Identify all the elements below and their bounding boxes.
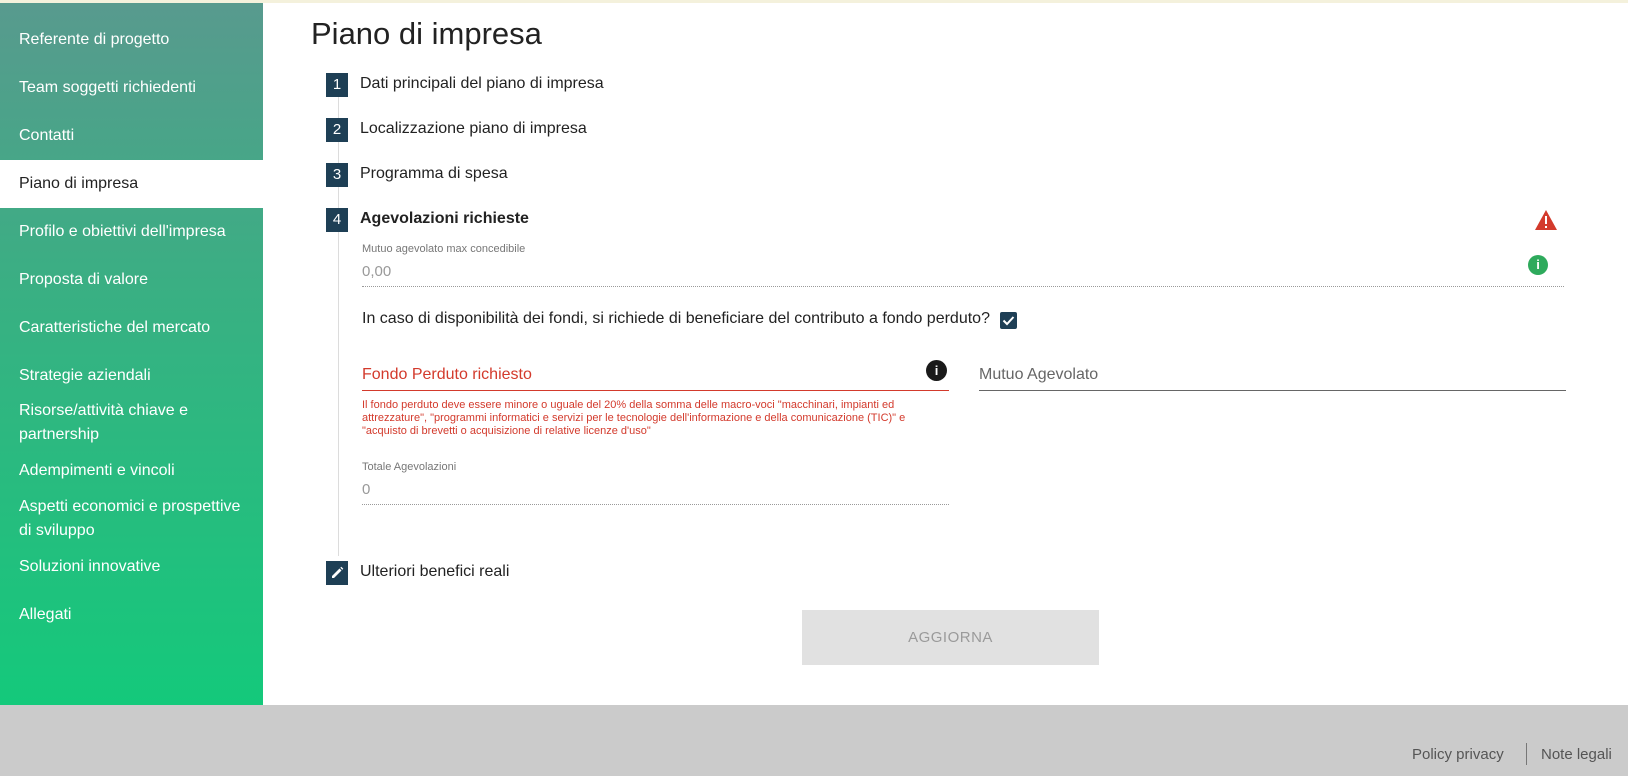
sidebar-item-strategie[interactable]: Strategie aziendali: [0, 364, 263, 388]
mutuo-max-underline: [362, 286, 1564, 287]
pencil-icon: [326, 561, 348, 585]
mutuo-max-label: Mutuo agevolato max concedibile: [362, 243, 526, 255]
step-number-badge: 1: [326, 73, 348, 97]
totale-agevolazioni-underline: [362, 504, 949, 505]
footer: Policy privacy Note legali: [0, 705, 1628, 776]
sidebar-item-proposta[interactable]: Proposta di valore: [0, 268, 263, 292]
sidebar-item-referente[interactable]: Referente di progetto: [0, 28, 263, 52]
sidebar-item-team[interactable]: Team soggetti richiedenti: [0, 76, 263, 100]
warning-icon: [1535, 210, 1557, 230]
sidebar-item-aspetti-economici[interactable]: Aspetti economici e prospettive di svilu…: [0, 495, 255, 543]
sidebar-item-piano-impresa[interactable]: Piano di impresa: [0, 160, 263, 208]
sidebar-item-risorse[interactable]: Risorse/attività chiave e partnership: [0, 399, 230, 447]
fondo-perduto-checkbox[interactable]: [1000, 312, 1017, 329]
footer-separator: [1526, 743, 1527, 765]
totale-agevolazioni-value: 0: [362, 481, 371, 498]
sidebar-item-mercato[interactable]: Caratteristiche del mercato: [0, 316, 263, 340]
page-title: Piano di impresa: [311, 16, 542, 51]
step-number-badge: 2: [326, 118, 348, 142]
sidebar-item-allegati[interactable]: Allegati: [0, 603, 263, 627]
sidebar-item-contatti[interactable]: Contatti: [0, 124, 263, 148]
mutuo-max-value: 0,00: [362, 263, 392, 280]
info-icon[interactable]: i: [1528, 255, 1548, 275]
step-label[interactable]: Programma di spesa: [360, 165, 508, 183]
step-label[interactable]: Localizzazione piano di impresa: [360, 120, 587, 138]
fondo-perduto-input[interactable]: Fondo Perduto richiesto: [362, 366, 532, 384]
privacy-policy-link[interactable]: Policy privacy: [1412, 746, 1504, 763]
mutuo-agevolato-input[interactable]: Mutuo Agevolato: [979, 366, 1098, 384]
info-icon[interactable]: i: [926, 360, 947, 381]
totale-agevolazioni-label: Totale Agevolazioni: [362, 461, 457, 473]
step-label[interactable]: Ulteriori benefici reali: [360, 563, 509, 581]
update-button[interactable]: AGGIORNA: [802, 610, 1099, 665]
step-number-badge: 4: [326, 208, 348, 232]
mutuo-agevolato-underline: [979, 390, 1566, 391]
sidebar-item-adempimenti[interactable]: Adempimenti e vincoli: [0, 459, 263, 483]
step-label[interactable]: Agevolazioni richieste: [360, 210, 529, 228]
legal-notes-link[interactable]: Note legali: [1541, 746, 1612, 763]
sidebar-item-profilo[interactable]: Profilo e obiettivi dell'impresa: [0, 220, 263, 244]
step-number-badge: 3: [326, 163, 348, 187]
fondo-perduto-underline: [362, 390, 949, 391]
sidebar: Referente di progetto Team soggetti rich…: [0, 3, 263, 705]
step-label[interactable]: Dati principali del piano di impresa: [360, 75, 604, 93]
fondo-perduto-error: Il fondo perduto deve essere minore o ug…: [362, 399, 906, 437]
sidebar-item-soluzioni[interactable]: Soluzioni innovative: [0, 555, 263, 579]
fondo-perduto-question: In caso di disponibilità dei fondi, si r…: [362, 310, 990, 327]
